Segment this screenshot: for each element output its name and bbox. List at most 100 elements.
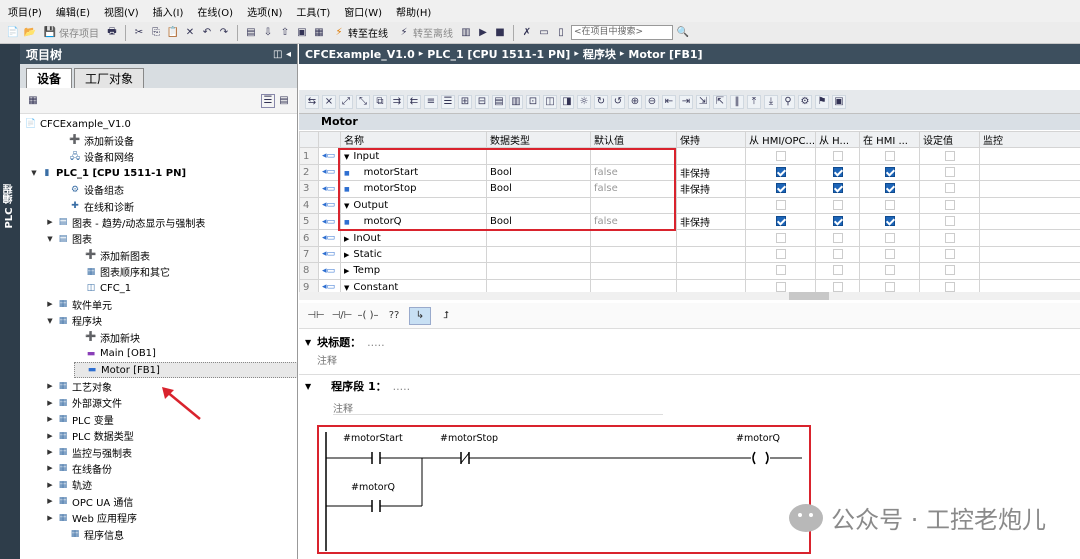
tree-item[interactable]: ▼ ▮ PLC_1 [CPU 1511-1 PN] — [30, 165, 186, 181]
editor-tool-icon[interactable]: ⊡ — [526, 94, 540, 109]
editor-tool-icon[interactable]: ⊞ — [458, 94, 472, 109]
accessible-devices-icon[interactable]: ▥ — [459, 26, 473, 40]
tree-item[interactable]: ▶ ▦ PLC 数据类型 — [46, 428, 133, 444]
hmi-access-checkbox-cell[interactable] — [815, 245, 860, 264]
device-icon[interactable]: ▦ — [312, 26, 326, 40]
setpoint-cell[interactable] — [919, 196, 980, 214]
default-value-cell[interactable] — [590, 262, 677, 280]
column-header[interactable] — [318, 130, 341, 149]
retain-cell[interactable]: 非保持 — [676, 163, 746, 182]
compile-icon[interactable]: ▤ — [244, 26, 258, 40]
checkbox[interactable] — [884, 150, 895, 161]
row-number[interactable]: 1 — [299, 147, 319, 165]
editor-tool-icon[interactable]: ⧉ — [373, 94, 387, 109]
project-search-input[interactable]: <在项目中搜索> — [571, 25, 673, 40]
editor-tool-icon[interactable]: ≡ — [424, 94, 438, 109]
checkbox[interactable] — [832, 281, 843, 292]
editor-tool-icon[interactable]: ⇉ — [390, 94, 404, 109]
nc-contact-icon[interactable]: ⊣/⊢ — [331, 307, 353, 325]
editor-tool-icon[interactable]: ⇆ — [305, 94, 319, 109]
collapsed-icon[interactable]: ▶ — [46, 481, 54, 489]
interface-scrollbar[interactable] — [299, 292, 1080, 300]
tree-overview-icon[interactable]: ▤ — [277, 94, 291, 108]
block-comment[interactable]: 注释 — [317, 352, 337, 367]
editor-tool-icon[interactable]: ⤡ — [356, 94, 370, 109]
row-number[interactable]: 7 — [299, 245, 319, 264]
checkbox[interactable] — [775, 199, 786, 210]
setpoint-cell[interactable] — [919, 163, 980, 182]
collapsed-icon[interactable]: ▶ — [46, 399, 54, 407]
collapsed-icon[interactable]: ▶ — [46, 448, 54, 456]
hmi-access-checkbox-cell[interactable] — [815, 212, 860, 231]
hmi-access-checkbox-cell[interactable] — [859, 196, 920, 214]
collapsed-icon[interactable]: ▶ — [46, 497, 54, 505]
editor-tool-icon[interactable]: ⇱ — [713, 94, 727, 109]
redo-icon[interactable]: ↷ — [217, 26, 231, 40]
tree-options-icon[interactable]: ▦ — [26, 94, 40, 108]
column-header[interactable]: 从 H... — [815, 130, 860, 149]
plc-programming-sidetab[interactable]: PLC 编程 — [0, 44, 20, 559]
tree-view-icon[interactable]: ☰ — [261, 93, 275, 108]
row-number[interactable]: 2 — [299, 163, 319, 182]
hmi-access-checkbox-cell[interactable] — [745, 196, 816, 214]
hmi-access-checkbox-cell[interactable] — [745, 229, 816, 247]
tree-item[interactable]: ➕ 添加新设备 — [58, 132, 134, 148]
tree-item[interactable]: ▬ Main [OB1] — [74, 346, 156, 362]
setpoint-cell[interactable] — [919, 245, 980, 264]
tree-item[interactable]: 🖧 设备和网络 — [58, 149, 134, 165]
undo-icon[interactable]: ↶ — [200, 26, 214, 40]
editor-tool-icon[interactable]: ◫ — [543, 94, 557, 109]
tree-item[interactable]: ✚ 在线和诊断 — [58, 198, 134, 214]
start-cpu-icon[interactable]: ▶ — [476, 26, 490, 40]
checkbox[interactable] — [944, 248, 955, 259]
variable-name-cell[interactable]: ▶ Temp — [340, 262, 487, 280]
checkbox[interactable] — [832, 232, 843, 243]
editor-tool-icon[interactable]: ▤ — [492, 94, 506, 109]
editor-tool-icon[interactable]: ↺ — [611, 94, 625, 109]
open-branch-icon[interactable]: ↳ — [409, 306, 431, 325]
variable-name-cell[interactable]: ▶ Static — [340, 245, 487, 264]
column-header[interactable]: 在 HMI ... — [859, 130, 920, 149]
tree-item[interactable]: ◫ CFC_1 — [74, 280, 131, 296]
interface-row[interactable]: 6 ◂▭ ▶ InOut — [299, 229, 1080, 247]
editor-tool-icon[interactable]: ↻ — [594, 94, 608, 109]
coil-icon[interactable]: –( )– — [357, 307, 379, 325]
section-toggle-icon[interactable]: ▶ — [344, 251, 349, 259]
monitor-cell[interactable] — [979, 196, 1080, 214]
checkbox[interactable] — [884, 166, 895, 177]
data-type-cell[interactable] — [486, 229, 591, 247]
expanded-icon[interactable]: ▼ — [30, 169, 38, 177]
save-project-button[interactable]: 💾 保存项目 — [40, 25, 102, 40]
checkbox[interactable] — [944, 199, 955, 210]
checkbox[interactable] — [775, 281, 786, 292]
checkbox[interactable] — [884, 183, 895, 194]
editor-tool-icon[interactable]: ▥ — [509, 94, 523, 109]
go-offline-button[interactable]: ⚡ 转至离线 — [394, 25, 456, 40]
simulate-icon[interactable]: ▣ — [295, 26, 309, 40]
hmi-access-checkbox-cell[interactable] — [859, 262, 920, 280]
checkbox[interactable] — [775, 248, 786, 259]
checkbox[interactable] — [884, 232, 895, 243]
data-type-cell[interactable] — [486, 262, 591, 280]
close-editor-icon[interactable]: ✗ — [520, 26, 534, 40]
checkbox[interactable] — [775, 216, 786, 227]
editor-tool-icon[interactable]: ⊖ — [645, 94, 659, 109]
tree-item[interactable]: ▦ 图表顺序和其它 — [74, 264, 170, 280]
hmi-access-checkbox-cell[interactable] — [859, 212, 920, 231]
editor-tool-icon[interactable]: ⨯ — [322, 94, 336, 109]
interface-row[interactable]: 7 ◂▭ ▶ Static — [299, 245, 1080, 264]
collapsed-icon[interactable]: ▶ — [46, 464, 54, 472]
checkbox[interactable] — [832, 216, 843, 227]
menu-item[interactable]: 选项(N) — [247, 4, 282, 19]
expanded-icon[interactable]: ▼ — [46, 317, 54, 325]
column-header[interactable]: 监控 — [979, 130, 1080, 149]
scroll-thumb[interactable] — [789, 292, 829, 300]
breadcrumb-item[interactable]: PLC_1 [CPU 1511-1 PN] — [427, 48, 570, 61]
checkbox[interactable] — [832, 166, 843, 177]
retain-cell[interactable] — [676, 147, 746, 165]
monitor-cell[interactable] — [979, 229, 1080, 247]
close-branch-icon[interactable]: ⮥ — [435, 307, 457, 325]
retain-cell[interactable]: 非保持 — [676, 180, 746, 198]
menu-item[interactable]: 插入(I) — [153, 4, 184, 19]
editor-tool-icon[interactable]: ‖ — [730, 94, 744, 109]
